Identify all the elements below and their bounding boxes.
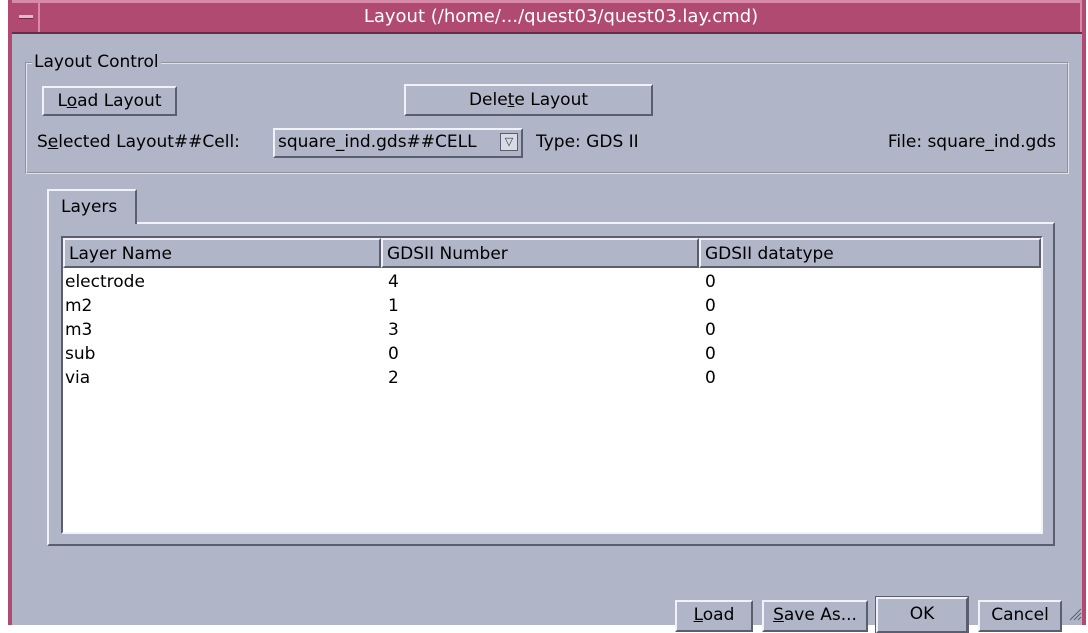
load-button[interactable]: Load [675,600,753,632]
table-row[interactable]: m3 3 0 [63,318,1041,342]
window-menu-button[interactable] [12,3,40,32]
column-header-gdsii-number[interactable]: GDSII Number [381,238,699,268]
cancel-button[interactable]: Cancel [978,600,1062,632]
dropdown-arrow-icon[interactable]: ▽ [500,133,518,151]
cell-gdsii-datatype: 0 [705,368,716,388]
layers-table[interactable]: Layer Name GDSII Number GDSII datatype e… [61,236,1043,534]
resize-grip-icon[interactable] [1068,607,1082,621]
title-bar[interactable]: Layout (/home/.../quest03/quest03.lay.cm… [12,0,1082,34]
tab-gap [49,221,135,224]
window-title: Layout (/home/.../quest03/quest03.lay.cm… [363,6,759,27]
cell-gdsii-datatype: 0 [705,296,716,316]
table-row[interactable]: m2 1 0 [63,294,1041,318]
cell-layer-name: sub [65,344,96,364]
window-menu-icon [19,15,33,19]
selected-layout-value: square_ind.gds##CELL [278,132,477,152]
save-as-label-part: ave As... [783,605,857,625]
cell-gdsii-number: 0 [388,344,399,364]
table-row[interactable]: sub 0 0 [63,342,1041,366]
ok-label: OK [909,604,935,624]
load-layout-mnemonic: o [66,91,78,111]
cell-gdsii-number: 3 [388,320,399,340]
delete-layout-button[interactable]: Delete Layout [404,84,653,116]
title-bar-edge [1080,3,1082,32]
selected-label-part: lected Layout##Cell: [58,132,240,152]
layout-file-label: File: square_ind.gds [887,132,1056,152]
cell-layer-name: m2 [65,296,93,316]
layout-type-label: Type: GDS II [536,132,639,152]
selected-layout-label: Selected Layout##Cell: [37,132,240,152]
cell-gdsii-number: 2 [388,368,399,388]
selected-label-part: S [37,132,48,152]
selected-label-mnemonic: e [47,132,59,152]
tab-layers-label: Layers [61,197,118,217]
cell-gdsii-datatype: 0 [705,272,716,292]
table-row[interactable]: electrode 4 0 [63,270,1041,294]
save-as-button[interactable]: Save As... [762,600,868,632]
column-header-layer-name[interactable]: Layer Name [63,238,381,268]
cell-gdsii-datatype: 0 [705,344,716,364]
save-as-mnemonic: S [773,605,784,625]
table-row[interactable]: via 2 0 [63,366,1041,390]
cell-layer-name: electrode [65,272,145,292]
load-label-part: oad [702,605,735,625]
cell-gdsii-number: 4 [388,272,399,292]
layout-control-group [25,62,1069,174]
tab-layers[interactable]: Layers [47,189,137,224]
cell-gdsii-datatype: 0 [705,320,716,340]
cancel-label: Cancel [991,605,1049,625]
load-mnemonic: L [693,605,703,625]
table-header: Layer Name GDSII Number GDSII datatype [63,238,1041,268]
column-header-gdsii-datatype[interactable]: GDSII datatype [699,238,1041,268]
ok-button[interactable]: OK [875,596,969,633]
delete-layout-label-part: Dele [468,90,508,110]
delete-layout-label-part: e Layout [514,90,589,110]
load-layout-button[interactable]: Load Layout [42,86,177,116]
cell-gdsii-number: 1 [388,296,399,316]
load-layout-label-part: L [57,91,67,111]
load-layout-label-part: ad Layout [77,91,162,111]
cell-layer-name: via [65,368,91,388]
layout-control-legend: Layout Control [32,52,161,72]
selected-layout-combo[interactable]: square_ind.gds##CELL ▽ [273,128,523,158]
cell-layer-name: m3 [65,320,93,340]
